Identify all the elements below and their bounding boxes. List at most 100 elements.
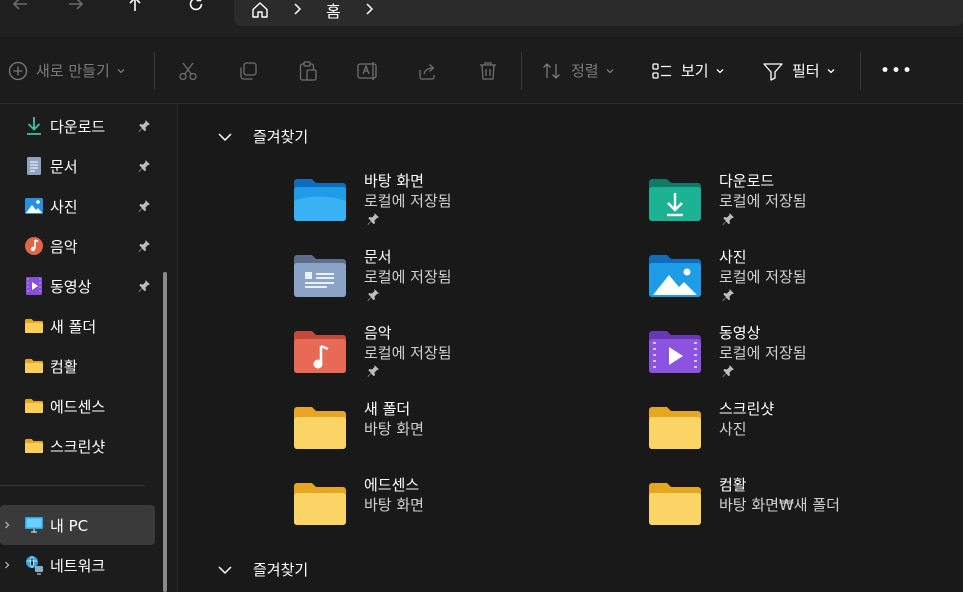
sidebar-item-music[interactable]: 음악 (0, 226, 160, 266)
sidebar-item-pictures[interactable]: 사진 (0, 186, 160, 226)
section-title: 즐겨찾기 (253, 561, 309, 579)
filter-funnel-icon (763, 62, 783, 81)
tile-desktop[interactable]: 바탕 화면 로컬에 저장됨 (292, 170, 622, 240)
tile-name: 새 폴더 (364, 400, 411, 418)
pin-icon[interactable] (366, 288, 380, 302)
tile-name: 문서 (364, 248, 392, 266)
pin-icon[interactable] (366, 364, 380, 378)
delete-button[interactable] (477, 37, 499, 104)
sort-button-label: 정렬 (571, 62, 599, 80)
plus-circle-icon (8, 61, 28, 80)
trash-icon (480, 61, 496, 80)
chevron-right-icon[interactable] (362, 2, 376, 16)
section-header-favorites-2[interactable]: 즐겨찾기 (217, 559, 308, 580)
pin-icon[interactable] (366, 212, 380, 226)
view-button-label: 보기 (681, 62, 709, 80)
pin-icon[interactable] (721, 212, 735, 226)
chevron-down-icon (716, 68, 724, 73)
chevron-down-icon[interactable] (217, 562, 233, 578)
copy-button[interactable] (237, 37, 259, 104)
tile-music[interactable]: 음악 로컬에 저장됨 (292, 322, 622, 392)
chevron-right-icon[interactable] (2, 520, 12, 530)
chevron-right-icon[interactable] (2, 560, 12, 570)
refresh-button[interactable] (176, 0, 216, 14)
sidebar-item-label: 음악 (50, 237, 78, 256)
paste-button[interactable] (297, 37, 319, 104)
sidebar-divider (0, 485, 145, 486)
tile-name: 동영상 (719, 324, 761, 342)
pin-icon[interactable] (721, 288, 735, 302)
tile-adsense[interactable]: 에드센스 바탕 화면 (292, 474, 622, 544)
sidebar-item-network[interactable]: 네트워크 (0, 545, 160, 585)
sidebar-item-label: 새 폴더 (50, 317, 97, 336)
new-button[interactable]: 새로 만들기 (8, 37, 126, 104)
sidebar-item-keomhwal[interactable]: 컴활 (0, 346, 160, 386)
chevron-right-icon[interactable] (290, 2, 304, 16)
clipboard-icon (299, 60, 317, 81)
forward-button[interactable] (56, 0, 96, 14)
sidebar-item-adsense[interactable]: 에드센스 (0, 386, 160, 426)
tile-keomhwal[interactable]: 컴활 바탕 화면₩새 폴더 (647, 474, 963, 544)
tile-subtitle: 로컬에 저장됨 (719, 344, 807, 362)
pin-icon[interactable] (137, 279, 151, 293)
documents-folder-icon (294, 255, 346, 297)
sort-button[interactable]: 정렬 (541, 37, 615, 104)
arrow-up-icon (129, 0, 141, 11)
download-icon (24, 116, 44, 136)
address-box[interactable]: 홈 (234, 0, 963, 26)
folder-icon (24, 436, 44, 456)
pin-icon[interactable] (137, 199, 151, 213)
sidebar-item-label: 컴활 (50, 357, 78, 376)
tile-subtitle: 로컬에 저장됨 (719, 192, 807, 210)
sidebar-item-label: 네트워크 (50, 556, 106, 575)
tile-downloads[interactable]: 다운로드 로컬에 저장됨 (647, 170, 963, 240)
cut-button[interactable] (177, 37, 199, 104)
chevron-down-icon (606, 68, 614, 73)
sidebar-item-downloads[interactable]: 다운로드 (0, 106, 160, 146)
music-icon (24, 236, 44, 256)
sidebar-item-documents[interactable]: 문서 (0, 146, 160, 186)
section-header-favorites[interactable]: 즐겨찾기 (217, 126, 308, 147)
tile-name: 스크린샷 (719, 400, 775, 418)
refresh-icon (189, 0, 203, 11)
sidebar-item-label: 동영상 (50, 277, 92, 296)
chevron-down-icon[interactable] (217, 129, 233, 145)
sidebar-item-new-folder[interactable]: 새 폴더 (0, 306, 160, 346)
pictures-icon (24, 196, 44, 216)
rename-button[interactable] (356, 37, 380, 104)
tile-name: 다운로드 (719, 172, 775, 190)
tile-videos[interactable]: 동영상 로컬에 저장됨 (647, 322, 963, 392)
folder-icon (24, 356, 44, 376)
pin-icon[interactable] (137, 239, 151, 253)
arrow-right-icon (69, 0, 84, 10)
pin-icon[interactable] (137, 119, 151, 133)
tile-screenshots[interactable]: 스크린샷 사진 (647, 398, 963, 468)
sidebar-item-this-pc[interactable]: 내 PC (0, 505, 155, 545)
up-button[interactable] (115, 0, 155, 14)
folder-icon (24, 316, 44, 336)
sidebar-item-label: 스크린샷 (50, 437, 106, 456)
sidebar-item-label: 에드센스 (50, 397, 106, 416)
sidebar-scrollbar[interactable] (163, 272, 167, 592)
share-button[interactable] (416, 37, 438, 104)
folder-icon (294, 483, 346, 525)
sidebar-item-label: 다운로드 (50, 117, 106, 136)
more-options-button[interactable]: ••• (880, 37, 913, 104)
tile-new-folder[interactable]: 새 폴더 바탕 화면 (292, 398, 622, 468)
view-button[interactable]: 보기 (651, 37, 725, 104)
sidebar-item-label: 사진 (50, 197, 78, 216)
back-button[interactable] (0, 0, 40, 14)
rename-icon (357, 61, 377, 80)
tile-pictures[interactable]: 사진 로컬에 저장됨 (647, 246, 963, 316)
breadcrumb-home[interactable]: 홈 (326, 0, 341, 22)
pin-icon[interactable] (137, 159, 151, 173)
tile-documents[interactable]: 문서 로컬에 저장됨 (292, 246, 622, 316)
sidebar-item-videos[interactable]: 동영상 (0, 266, 160, 306)
document-icon (24, 156, 44, 176)
filter-button[interactable]: 필터 (762, 37, 836, 104)
pin-icon[interactable] (721, 364, 735, 378)
section-title: 즐겨찾기 (253, 128, 309, 146)
sidebar-item-screenshots[interactable]: 스크린샷 (0, 426, 160, 466)
home-icon[interactable] (250, 0, 270, 20)
monitor-icon (24, 515, 44, 535)
